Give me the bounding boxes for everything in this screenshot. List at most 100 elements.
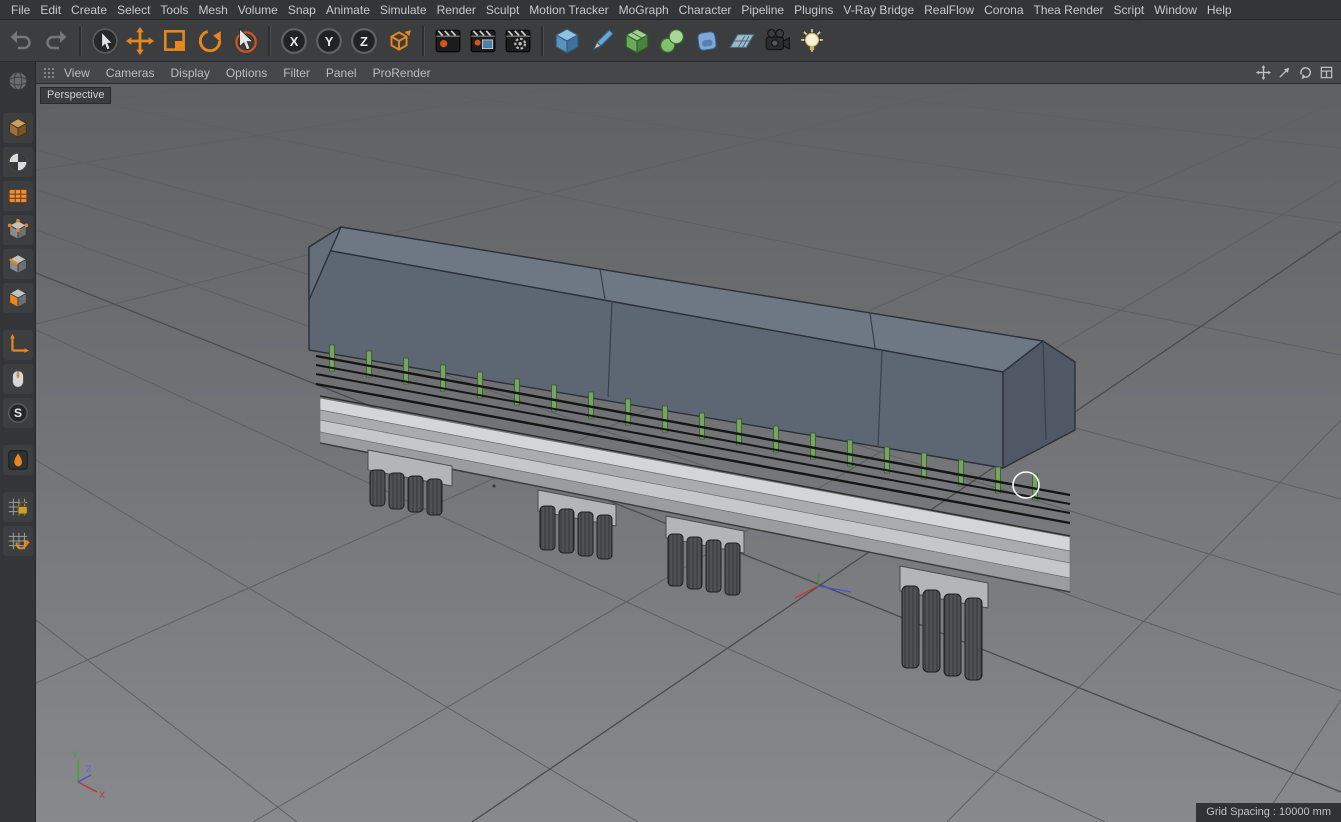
point-mode-button[interactable]: [2, 215, 33, 245]
menu-animate[interactable]: Animate: [321, 0, 375, 20]
enable-axis-button[interactable]: [2, 330, 33, 360]
svg-text:S: S: [13, 406, 21, 420]
snap-icon: S: [7, 403, 28, 423]
subdivision-surface-icon: [625, 28, 649, 54]
planar-workplane-button[interactable]: [2, 526, 33, 556]
lock-y-axis-button[interactable]: Y: [312, 24, 346, 58]
undo-button[interactable]: [4, 24, 38, 58]
vp-menu-display[interactable]: Display: [162, 66, 217, 80]
live-selection-tool[interactable]: [88, 24, 122, 58]
lock-z-axis-button[interactable]: Z: [347, 24, 381, 58]
pen-icon: [592, 28, 614, 51]
vp-menu-options[interactable]: Options: [218, 66, 275, 80]
menu-plugins[interactable]: Plugins: [789, 0, 838, 20]
redo-button[interactable]: [39, 24, 73, 58]
lock-x-axis-button[interactable]: X: [277, 24, 311, 58]
cube-primitive-icon: [555, 28, 579, 54]
render-to-picture-viewer-button[interactable]: [466, 24, 500, 58]
menu-volume[interactable]: Volume: [233, 0, 283, 20]
axis-y-label: Y: [72, 750, 78, 760]
render-settings-icon: [505, 29, 531, 52]
vp-menu-filter[interactable]: Filter: [275, 66, 318, 80]
bridge-model[interactable]: [308, 226, 1076, 681]
menu-mesh[interactable]: Mesh: [193, 0, 232, 20]
pen-spline-button[interactable]: [585, 24, 619, 58]
light-button[interactable]: [795, 24, 829, 58]
vp-menu-prorender[interactable]: ProRender: [365, 66, 439, 80]
texture-mode-button[interactable]: [2, 147, 33, 177]
edge-mode-button[interactable]: [2, 249, 33, 279]
left-mode-toolbar: S: [0, 62, 36, 822]
menu-thea-render[interactable]: Thea Render: [1029, 0, 1109, 20]
menu-file[interactable]: File: [6, 0, 35, 20]
rotate-view-button[interactable]: [1296, 64, 1314, 82]
deformer-button[interactable]: [690, 24, 724, 58]
axis-z-label: Z: [86, 764, 92, 774]
menu-create[interactable]: Create: [66, 0, 112, 20]
dolly-view-button[interactable]: [1275, 64, 1293, 82]
toolbar-separator: [79, 25, 82, 56]
coordinate-system-button[interactable]: [382, 24, 416, 58]
edge-mode-icon: [8, 254, 27, 275]
floor-grid-icon: [729, 33, 755, 48]
svg-text:Z: Z: [360, 33, 368, 48]
menu-simulate[interactable]: Simulate: [375, 0, 432, 20]
viewport-3d[interactable]: Y X Z Perspective Grid Spacing : 10000 m…: [36, 84, 1341, 822]
menu-character[interactable]: Character: [674, 0, 737, 20]
rotate-tool[interactable]: [193, 24, 227, 58]
cloner-button[interactable]: [655, 24, 689, 58]
coordinate-system-icon: [390, 29, 411, 51]
subdivision-surface-button[interactable]: [620, 24, 654, 58]
planar-workplane-icon: [8, 532, 30, 550]
vp-menu-cameras[interactable]: Cameras: [98, 66, 163, 80]
floor-button[interactable]: [725, 24, 759, 58]
camera-button[interactable]: [760, 24, 794, 58]
edit-render-settings-button[interactable]: [501, 24, 535, 58]
camera-view-label[interactable]: Perspective: [40, 87, 112, 104]
menu-select[interactable]: Select: [112, 0, 155, 20]
menu-edit[interactable]: Edit: [35, 0, 66, 20]
rotate-icon: [198, 29, 222, 52]
render-view-button[interactable]: [431, 24, 465, 58]
globe-icon: [8, 71, 27, 91]
menu-sculpt[interactable]: Sculpt: [481, 0, 524, 20]
add-cube-button[interactable]: [550, 24, 584, 58]
last-used-tool[interactable]: [228, 24, 262, 58]
menu-script[interactable]: Script: [1109, 0, 1150, 20]
viewport-panel: View Cameras Display Options Filter Pane…: [36, 62, 1341, 822]
move-tool[interactable]: [123, 24, 157, 58]
make-editable-icon: [8, 118, 27, 139]
camera-icon: [765, 28, 790, 50]
vp-menu-view[interactable]: View: [56, 66, 98, 80]
pan-view-button[interactable]: [1254, 64, 1272, 82]
menu-snap[interactable]: Snap: [283, 0, 321, 20]
lock-workplane-button[interactable]: [2, 492, 33, 522]
vp-menu-panel[interactable]: Panel: [318, 66, 365, 80]
tweak-mode-button[interactable]: [2, 364, 33, 394]
lock-workplane-icon: [8, 498, 28, 516]
polygon-mode-button[interactable]: [2, 283, 33, 313]
menu-corona[interactable]: Corona: [979, 0, 1028, 20]
snap-button[interactable]: S: [2, 398, 33, 428]
scale-tool[interactable]: [158, 24, 192, 58]
menu-mograph[interactable]: MoGraph: [614, 0, 674, 20]
menu-realflow[interactable]: RealFlow: [919, 0, 979, 20]
menu-render[interactable]: Render: [432, 0, 481, 20]
deformer-icon: [697, 30, 717, 51]
axis-x-label: X: [99, 790, 105, 800]
world-coordinates-button[interactable]: [3, 66, 33, 96]
menu-vray-bridge[interactable]: V-Ray Bridge: [838, 0, 919, 20]
menu-motion-tracker[interactable]: Motion Tracker: [524, 0, 613, 20]
last-tool-icon: [235, 27, 257, 53]
make-editable-button[interactable]: [2, 113, 33, 143]
workplane-mode-button[interactable]: [2, 181, 33, 211]
menu-window[interactable]: Window: [1149, 0, 1202, 20]
menu-tools[interactable]: Tools: [155, 0, 193, 20]
toggle-panel-button[interactable]: [1317, 64, 1335, 82]
main-toolbar: X Y Z: [0, 20, 1341, 62]
menu-pipeline[interactable]: Pipeline: [736, 0, 789, 20]
viewport-solo-button[interactable]: [2, 445, 33, 475]
panel-grip-icon[interactable]: [42, 66, 56, 80]
redo-icon: [46, 30, 67, 49]
menu-help[interactable]: Help: [1202, 0, 1237, 20]
